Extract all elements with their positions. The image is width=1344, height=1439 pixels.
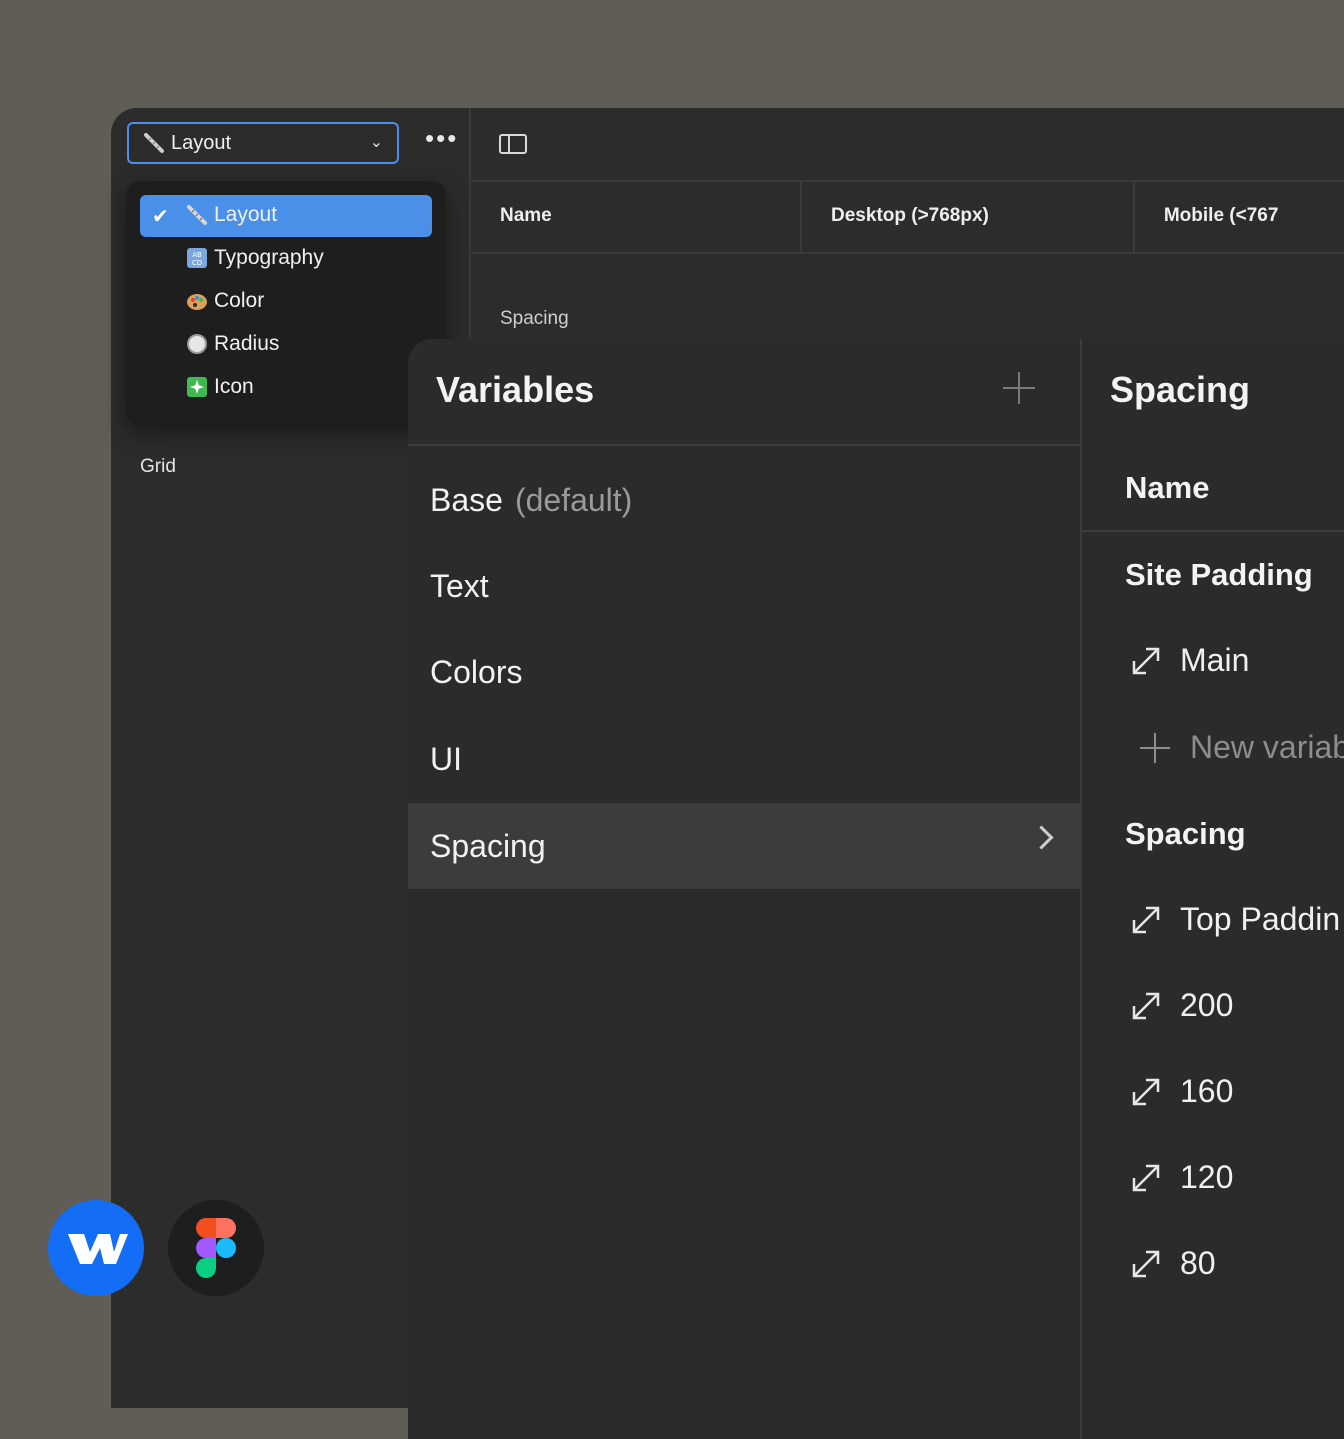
panel-toggle-icon[interactable] bbox=[499, 134, 527, 154]
sparkle-icon bbox=[187, 377, 207, 397]
variable-name: Main bbox=[1180, 642, 1250, 678]
resize-arrow-icon bbox=[1132, 647, 1160, 674]
dropdown-item-layout[interactable]: ✔ Layout bbox=[140, 195, 432, 237]
new-variable-button[interactable]: New variab bbox=[1140, 729, 1344, 766]
variable-row[interactable]: Top Paddin bbox=[1130, 901, 1340, 938]
resize-arrow-icon bbox=[1132, 1078, 1160, 1105]
dropdown-item-icon[interactable]: Icon bbox=[140, 367, 432, 409]
webflow-logo bbox=[48, 1200, 144, 1296]
abcd-icon: AB CD bbox=[187, 248, 207, 268]
webflow-w-icon bbox=[68, 1234, 128, 1264]
detail-column-header-row: Name bbox=[1082, 444, 1344, 532]
collection-label: Spacing bbox=[430, 827, 546, 864]
checkmark-icon: ✔ bbox=[152, 206, 169, 228]
column-header-desktop[interactable]: Desktop (>768px) bbox=[802, 180, 1135, 252]
circle-icon bbox=[187, 334, 207, 354]
variables-title: Variables bbox=[436, 369, 595, 410]
variables-collections-panel: Variables Base (default) Text Colors UI … bbox=[408, 339, 1082, 1439]
table-header-row: Name Desktop (>768px) Mobile (<767 bbox=[471, 180, 1344, 254]
variables-header: Variables bbox=[408, 339, 1080, 446]
group-label-spacing[interactable]: Spacing bbox=[1125, 816, 1246, 852]
collection-item-ui[interactable]: UI bbox=[408, 716, 1080, 802]
chevron-right-icon bbox=[1029, 825, 1054, 850]
ruler-icon bbox=[187, 205, 207, 225]
webflow-variables-window: Variables Base (default) Text Colors UI … bbox=[408, 339, 1344, 1439]
variable-row[interactable]: 120 bbox=[1130, 1159, 1233, 1196]
variable-name: Top Paddin bbox=[1180, 901, 1341, 937]
column-header-name[interactable]: Name bbox=[471, 180, 803, 252]
group-label-grid[interactable]: Grid bbox=[140, 456, 176, 478]
resize-arrow-icon bbox=[1132, 906, 1160, 933]
collection-item-spacing[interactable]: Spacing bbox=[408, 803, 1080, 889]
chevron-down-icon: ⌄ bbox=[369, 134, 383, 151]
collection-select[interactable]: Layout ⌄ bbox=[127, 122, 399, 164]
group-row-label: Spacing bbox=[500, 308, 569, 329]
column-header-name[interactable]: Name bbox=[1125, 470, 1209, 506]
resize-arrow-icon bbox=[1132, 1164, 1160, 1191]
variable-row[interactable]: 200 bbox=[1130, 987, 1233, 1024]
ruler-icon bbox=[144, 133, 164, 153]
palette-icon bbox=[187, 294, 207, 310]
variable-name: 120 bbox=[1180, 1159, 1234, 1195]
more-options-button[interactable]: ••• bbox=[425, 125, 458, 151]
collection-label: Base bbox=[430, 481, 503, 518]
resize-arrow-icon bbox=[1132, 1250, 1160, 1277]
resize-arrow-icon bbox=[1132, 992, 1160, 1019]
add-collection-icon[interactable] bbox=[1003, 372, 1035, 404]
new-variable-label: New variab bbox=[1190, 729, 1344, 765]
collection-default-tag: (default) bbox=[514, 481, 633, 518]
collection-select-value: Layout bbox=[171, 131, 232, 154]
dropdown-item-radius[interactable]: Radius bbox=[140, 324, 432, 366]
variable-name: 80 bbox=[1180, 1245, 1216, 1281]
collection-label: Text bbox=[430, 567, 489, 604]
variable-row[interactable]: 160 bbox=[1130, 1073, 1233, 1110]
svg-text:CD: CD bbox=[192, 259, 202, 267]
dropdown-item-label: Icon bbox=[214, 375, 254, 398]
dropdown-item-label: Typography bbox=[214, 246, 324, 269]
group-label-site-padding[interactable]: Site Padding bbox=[1125, 557, 1313, 593]
dropdown-item-typography[interactable]: AB CD Typography bbox=[140, 238, 432, 280]
variable-row[interactable]: Main bbox=[1130, 642, 1249, 679]
collection-item-text[interactable]: Text bbox=[408, 543, 1080, 629]
detail-title: Spacing bbox=[1110, 369, 1251, 410]
collection-item-colors[interactable]: Colors bbox=[408, 629, 1080, 715]
variable-row[interactable]: 80 bbox=[1130, 1245, 1216, 1282]
collection-label: UI bbox=[430, 740, 462, 777]
variable-name: 200 bbox=[1180, 987, 1234, 1023]
collection-dropdown-menu: ✔ Layout AB CD Typography Color Radius I… bbox=[126, 181, 446, 425]
variable-name: 160 bbox=[1180, 1073, 1234, 1109]
collection-label: Colors bbox=[430, 653, 523, 690]
column-header-mobile[interactable]: Mobile (<767 bbox=[1135, 180, 1344, 252]
collection-detail-panel: Spacing Name Site Padding Main New varia… bbox=[1082, 339, 1344, 1439]
plus-icon bbox=[1140, 732, 1170, 763]
figma-f-icon bbox=[196, 1218, 236, 1278]
collection-item-base[interactable]: Base (default) bbox=[408, 457, 1080, 543]
figma-logo bbox=[168, 1200, 264, 1296]
dropdown-item-label: Layout bbox=[214, 203, 278, 226]
dropdown-item-color[interactable]: Color bbox=[140, 281, 432, 323]
dropdown-item-label: Color bbox=[214, 289, 265, 312]
svg-text:AB: AB bbox=[192, 251, 202, 259]
dropdown-item-label: Radius bbox=[214, 332, 280, 355]
